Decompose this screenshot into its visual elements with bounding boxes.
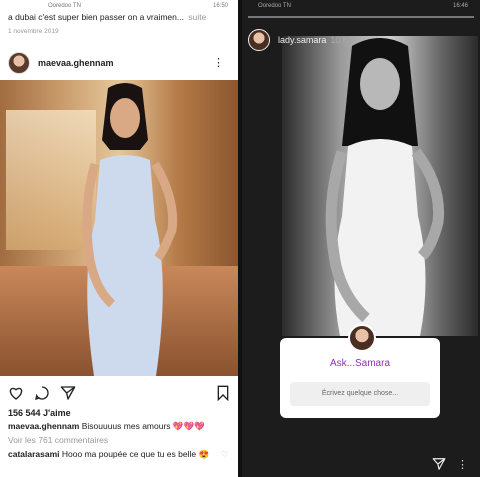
status-time: 16:50	[212, 3, 228, 9]
instagram-post-panel: Ooredoo TN 16:50 a dubai c'est super bie…	[0, 0, 238, 477]
comment-emoji: 😍	[198, 449, 210, 459]
comment-like-icon[interactable]: ♡	[221, 450, 228, 459]
story-time: 10 h	[330, 35, 348, 45]
send-icon[interactable]	[432, 457, 446, 471]
woman-figure	[82, 83, 178, 376]
comment: catalarasami Hooo ma poupée ce que tu es…	[8, 448, 218, 460]
carrier-label: Ooredoo TN	[48, 3, 81, 9]
comment-emoji: 💖💖💖	[172, 421, 205, 431]
ask-input[interactable]: Écrivez quelque chose...	[290, 382, 430, 406]
more-options-icon[interactable]: ⋮	[457, 460, 468, 471]
story-panel: Ooredoo TN 16:46 lady.samara 10 h Ask...…	[242, 0, 480, 477]
comment-username[interactable]: catalarasami	[8, 449, 60, 459]
caption-more-link[interactable]: suite	[188, 12, 206, 22]
status-time: 16:46	[452, 3, 468, 9]
post-actions	[8, 384, 230, 402]
like-count[interactable]: 156 544 J'aime	[8, 408, 71, 418]
story-username[interactable]: lady.samara	[278, 35, 326, 45]
caption-comment: maevaa.ghennam Bisouuuus mes amours 💖💖💖	[8, 421, 205, 432]
comment-text: Hooo ma poupée ce que tu es belle	[61, 449, 197, 459]
bookmark-icon[interactable]	[216, 385, 230, 401]
post-username[interactable]: maevaa.ghennam	[38, 58, 114, 68]
status-bar: Ooredoo TN 16:46	[242, 0, 480, 12]
story-header: lady.samara 10 h	[248, 28, 348, 52]
avatar[interactable]	[248, 29, 270, 51]
ask-question-sticker[interactable]: Ask...Samara Écrivez quelque chose...	[280, 324, 440, 418]
story-progress-bar	[248, 16, 474, 18]
story-photo[interactable]	[282, 36, 478, 336]
more-options-icon[interactable]: ⋮	[213, 57, 224, 69]
share-icon[interactable]	[60, 385, 76, 401]
avatar	[348, 324, 376, 352]
carrier-label: Ooredoo TN	[258, 3, 291, 9]
post-header: maevaa.ghennam ⋮	[0, 50, 238, 76]
heart-icon[interactable]	[8, 385, 24, 401]
ask-title: Ask...Samara	[329, 358, 391, 369]
avatar[interactable]	[8, 52, 30, 74]
post-caption[interactable]: a dubai c'est super bien passer on a vra…	[8, 12, 234, 22]
post-date: 1 novembre 2019	[8, 28, 59, 35]
status-bar: Ooredoo TN 16:50	[0, 0, 238, 12]
comment-text: Bisouuuus mes amours	[81, 421, 171, 431]
comment-icon[interactable]	[34, 385, 50, 401]
woman-figure	[325, 38, 445, 336]
view-all-comments-link[interactable]: Voir les 761 commentaires	[8, 435, 108, 445]
post-photo[interactable]	[0, 80, 238, 376]
comment-username[interactable]: maevaa.ghennam	[8, 421, 79, 431]
